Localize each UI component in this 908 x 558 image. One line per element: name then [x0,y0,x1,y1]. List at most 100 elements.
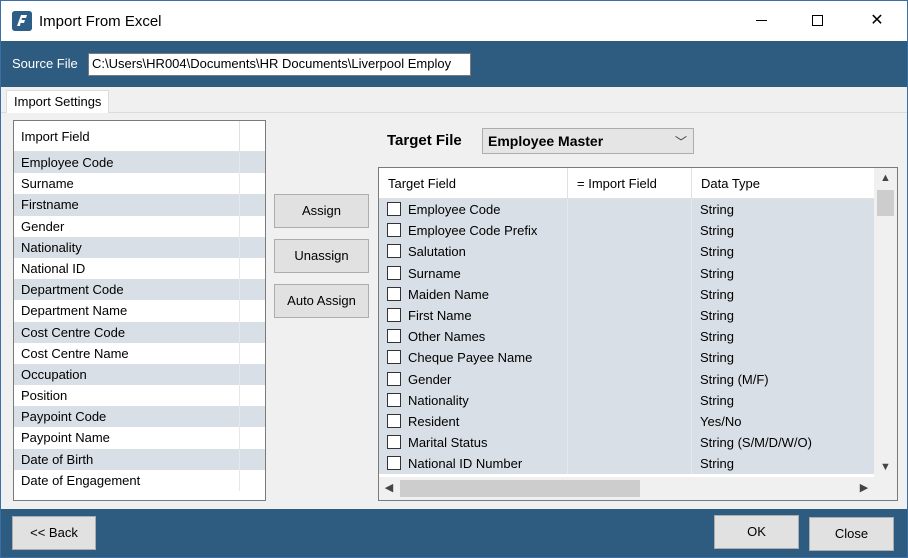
horizontal-scrollbar[interactable]: ◀ ▶ [379,477,874,500]
grid-row[interactable]: Nationality String [379,389,874,411]
row-checkbox[interactable] [387,371,401,386]
grid-row[interactable]: First Name String [379,304,874,327]
ok-button[interactable]: OK [714,515,799,549]
import-field-cell[interactable] [568,304,692,327]
import-field-row[interactable]: Date of Birth [14,448,265,470]
row-checkbox[interactable] [387,350,401,365]
grid-row[interactable]: Salutation String [379,241,874,263]
tab-import-settings[interactable]: Import Settings [6,90,110,114]
import-field-name: Paypoint Name [14,427,240,449]
import-field-row[interactable]: Date of Engagement [14,469,265,491]
import-field-name: Date of Birth [14,448,240,470]
import-field-cell[interactable] [568,241,692,263]
import-field-row[interactable]: Cost Centre Code [14,321,265,343]
import-field-cell[interactable] [568,220,692,242]
horizontal-scroll-thumb[interactable] [400,480,640,497]
maximize-button[interactable] [794,1,840,41]
import-field-row[interactable]: Department Name [14,300,265,322]
import-field-header: Import Field [14,121,265,152]
import-field-row[interactable]: Position [14,385,265,407]
import-field-row[interactable]: National ID [14,257,265,280]
import-field-cell[interactable] [568,389,692,411]
import-field-row[interactable]: Surname [14,173,265,195]
vertical-scroll-thumb[interactable] [877,190,894,216]
unassign-button[interactable]: Unassign [274,239,369,273]
row-checkbox[interactable] [387,329,401,344]
data-type-cell: String [700,286,734,302]
grid-row[interactable]: Employee Code String [379,199,874,221]
import-field-row[interactable]: Firstname [14,194,265,216]
import-field-row[interactable]: Employee Code [14,152,265,174]
import-field-cell[interactable] [568,453,692,475]
column-header-target-field[interactable]: Target Field [379,168,568,198]
import-field-row[interactable]: Occupation [14,363,265,386]
import-field-cell[interactable] [568,262,692,284]
title-bar[interactable]: Import From Excel ✕ [1,1,907,41]
import-field-row[interactable]: Paypoint Code [14,406,265,428]
data-type-cell: String [700,392,734,408]
close-window-button[interactable]: ✕ [854,1,900,41]
grid-row[interactable]: Surname String [379,262,874,284]
assign-button[interactable]: Assign [274,194,369,228]
footer-bar: << Back OK Close [1,509,907,557]
import-window: Import From Excel ✕ Source File C:\Users… [0,0,908,558]
import-field-cell[interactable] [568,283,692,305]
import-field-cell[interactable] [568,347,692,369]
grid-row[interactable]: Employee Code Prefix String [379,220,874,242]
row-checkbox[interactable] [387,202,401,216]
scroll-down-icon[interactable]: ▼ [874,457,897,477]
import-field-name: Occupation [14,363,240,386]
grid-row[interactable]: Cheque Payee Name String [379,347,874,369]
row-checkbox[interactable] [387,223,401,238]
grid-row[interactable]: Gender String (M/F) [379,368,874,390]
close-button[interactable]: Close [809,517,894,551]
grid-row[interactable]: National ID Number String [379,453,874,475]
grid-row[interactable]: Other Names String [379,326,874,348]
minimize-button[interactable] [738,1,784,41]
row-checkbox[interactable] [387,456,401,471]
scroll-up-icon[interactable]: ▲ [874,168,897,188]
vertical-scrollbar[interactable]: ▲ ▼ [874,168,897,477]
data-type-cell: String [700,456,734,472]
target-field-cell: Maiden Name [379,283,568,305]
target-field-cell: National ID Number [379,453,568,475]
import-field-cell[interactable] [568,199,692,221]
import-field-row[interactable]: Paypoint Name [14,427,265,449]
import-field-name: Cost Centre Code [14,321,240,343]
grid-row[interactable]: Resident Yes/No [379,410,874,433]
row-checkbox[interactable] [387,286,401,301]
column-header-data-type[interactable]: Data Type [692,168,874,198]
target-field-cell: Employee Code Prefix [379,220,568,242]
target-file-select[interactable]: Employee Master ﹀ [482,128,694,154]
scroll-left-icon[interactable]: ◀ [379,477,399,500]
import-field-cell[interactable] [568,368,692,390]
row-checkbox[interactable] [387,413,401,428]
target-field-grid[interactable]: Target Field = Import Field Data Type Em… [378,167,898,501]
row-checkbox[interactable] [387,392,401,407]
row-checkbox[interactable] [387,244,401,259]
auto-assign-button[interactable]: Auto Assign [274,284,369,318]
import-field-cell[interactable] [568,432,692,454]
grid-row[interactable]: Maiden Name String [379,283,874,305]
target-field-name: Nationality [408,392,469,408]
back-button[interactable]: << Back [12,516,96,550]
target-field-cell: Resident [379,410,568,433]
import-field-row[interactable]: Department Code [14,279,265,301]
import-field-row[interactable]: Cost Centre Name [14,342,265,364]
import-field-cell[interactable] [568,326,692,348]
import-field-column-header[interactable]: Import Field [14,121,240,151]
scroll-right-icon[interactable]: ▶ [854,477,874,500]
import-field-row[interactable]: Nationality [14,236,265,258]
grid-row[interactable]: Marital Status String (S/M/D/W/O) [379,432,874,454]
row-checkbox[interactable] [387,307,401,322]
target-field-name: Gender [408,371,452,387]
target-field-cell: First Name [379,304,568,327]
source-file-input[interactable]: C:\Users\HR004\Documents\HR Documents\Li… [88,53,471,76]
row-checkbox[interactable] [387,265,401,280]
import-field-row[interactable]: Gender [14,215,265,237]
row-checkbox[interactable] [387,435,401,450]
import-field-list[interactable]: Import Field Employee Code Surname Firstna… [13,120,266,501]
column-header-import-field[interactable]: = Import Field [568,168,692,198]
data-type-cell: String (M/F) [700,371,769,387]
import-field-cell[interactable] [568,410,692,433]
